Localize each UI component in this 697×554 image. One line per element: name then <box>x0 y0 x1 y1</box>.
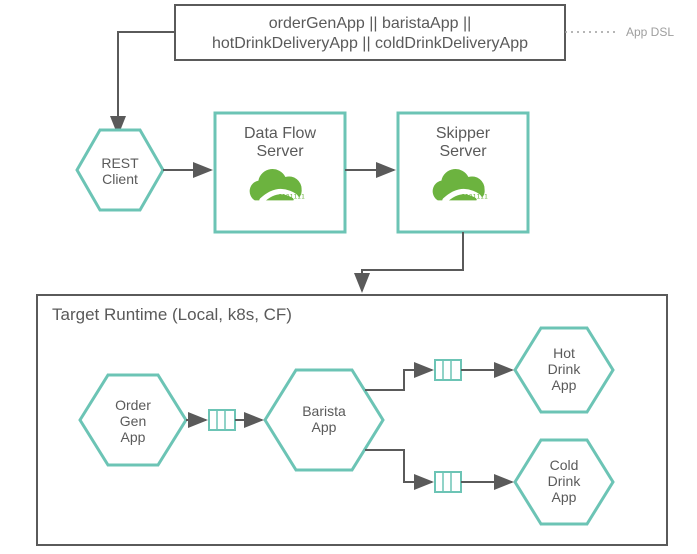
ordergen-l3: App <box>121 429 146 445</box>
queue-icon-3 <box>435 472 461 492</box>
skipper-l1: Skipper <box>436 125 491 142</box>
dataflow-l1: Data Flow <box>244 125 316 142</box>
svg-text:0101111: 0101111 <box>278 194 305 201</box>
queue-icon-1 <box>209 410 235 430</box>
arrow-skipper-to-runtime <box>362 232 463 291</box>
dsl-line-1: orderGenApp || baristaApp || <box>269 15 472 32</box>
architecture-diagram: orderGenApp || baristaApp || hotDrinkDel… <box>0 0 697 554</box>
ordergen-l2: Gen <box>120 413 146 429</box>
arrow-barista-to-q3 <box>365 450 432 482</box>
arrow-dsl-to-rest <box>118 32 175 134</box>
rest-client-l1: REST <box>101 155 139 171</box>
cold-l3: App <box>552 489 577 505</box>
barista-l2: App <box>312 419 337 435</box>
cold-l1: Cold <box>550 457 579 473</box>
dsl-line-2: hotDrinkDeliveryApp || coldDrinkDelivery… <box>212 35 528 52</box>
svg-text:0101111: 0101111 <box>461 194 488 201</box>
hot-l1: Hot <box>553 345 575 361</box>
hot-l2: Drink <box>548 361 582 377</box>
skipper-l2: Server <box>439 143 487 160</box>
cold-l2: Drink <box>548 473 582 489</box>
hot-l3: App <box>552 377 577 393</box>
barista-l1: Barista <box>302 403 346 419</box>
runtime-title: Target Runtime (Local, k8s, CF) <box>52 305 292 324</box>
queue-icon-2 <box>435 360 461 380</box>
ordergen-l1: Order <box>115 397 151 413</box>
app-dsl-label: App DSL <box>626 25 674 39</box>
arrow-barista-to-q2 <box>365 370 432 390</box>
rest-client-l2: Client <box>102 171 138 187</box>
dataflow-l2: Server <box>256 143 304 160</box>
